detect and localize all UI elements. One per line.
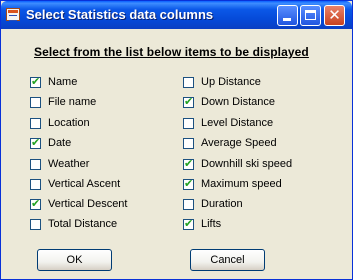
checkbox[interactable] [30,75,41,89]
statistics-app-icon[interactable] [6,8,20,21]
instructions-heading: Select from the list below items to be d… [34,45,309,59]
checkbox[interactable] [30,117,41,129]
checkbox[interactable] [30,136,41,150]
checkbox-label: Down Distance [201,96,275,108]
maximize-button[interactable] [300,5,321,26]
checkbox-label: Name [48,76,78,88]
checkbox-row-level-distance[interactable]: Level Distance [183,116,273,130]
checkbox-label: Location [48,117,90,129]
maximize-icon [305,10,316,20]
checkbox-label: Duration [201,198,243,210]
checkbox[interactable] [183,198,194,210]
checkbox[interactable] [30,96,41,108]
ok-button[interactable]: OK [37,249,112,271]
minimize-icon [283,18,291,21]
checkbox[interactable] [183,95,194,109]
checkbox-label: Date [48,137,72,149]
checkbox-label: Level Distance [201,117,274,129]
checkbox-row-up-distance[interactable]: Up Distance [183,75,261,89]
checkbox-label: Up Distance [201,76,261,88]
checkbox[interactable] [183,137,194,149]
checkbox-row-location[interactable]: Location [30,116,90,130]
minimize-button[interactable] [277,5,298,26]
checkbox-row-total-distance[interactable]: Total Distance [30,217,117,231]
checkbox-label: Vertical Ascent [48,178,121,190]
checkbox-label: Vertical Descent [48,198,128,210]
checkbox[interactable] [183,76,194,88]
checkbox-label: Average Speed [201,137,277,149]
checkbox[interactable] [30,197,41,211]
checkbox-row-duration[interactable]: Duration [183,197,243,211]
checkbox-row-downhill-ski-speed[interactable]: Downhill ski speed [183,157,292,171]
close-icon: ✕ [328,6,341,24]
checkbox-label: Total Distance [48,218,118,230]
checkbox-row-file-name[interactable]: File name [30,95,96,109]
checkbox-label: Maximum speed [201,178,282,190]
checkbox[interactable] [183,117,194,129]
checkbox-row-lifts[interactable]: Lifts [183,217,221,231]
checkbox-row-weather[interactable]: Weather [30,157,89,171]
checkbox[interactable] [30,178,41,190]
checkbox-row-vertical-descent[interactable]: Vertical Descent [30,197,127,211]
checkbox[interactable] [183,157,194,171]
checkbox-row-down-distance[interactable]: Down Distance [183,95,275,109]
checkbox-row-name[interactable]: Name [30,75,77,89]
checkbox-row-average-speed[interactable]: Average Speed [183,136,277,150]
checkbox-label: Weather [48,158,90,170]
checkbox-row-date[interactable]: Date [30,136,71,150]
window-title: Select Statistics data columns [26,7,214,22]
cancel-button[interactable]: Cancel [190,249,265,271]
checkbox[interactable] [30,158,41,170]
checkbox-label: Lifts [201,218,222,230]
dialog-window: Select Statistics data columns ✕ Select … [0,0,353,280]
checkbox-row-maximum-speed[interactable]: Maximum speed [183,177,282,191]
checkbox-label: File name [48,96,97,108]
checkbox[interactable] [183,217,194,231]
title-bar[interactable]: Select Statistics data columns ✕ [1,1,352,29]
checkbox[interactable] [30,218,41,230]
checkbox-label: Downhill ski speed [201,158,293,170]
checkbox[interactable] [183,177,194,191]
dialog-content: Select from the list below items to be d… [5,30,348,277]
checkbox-row-vertical-ascent[interactable]: Vertical Ascent [30,177,120,191]
close-button[interactable]: ✕ [324,5,345,26]
